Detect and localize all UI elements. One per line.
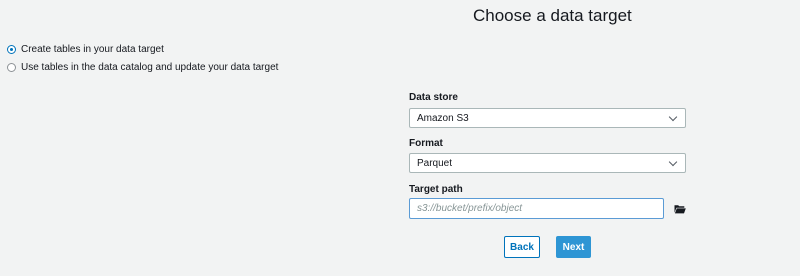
back-button[interactable]: Back xyxy=(504,236,540,258)
chevron-down-icon xyxy=(668,157,678,167)
radio-create-tables[interactable]: Create tables in your data target xyxy=(7,44,164,55)
radio-use-catalog-tables[interactable]: Use tables in the data catalog and updat… xyxy=(7,62,278,73)
data-store-label: Data store xyxy=(409,92,458,103)
target-path-input[interactable] xyxy=(409,198,664,219)
page-title: Choose a data target xyxy=(473,6,632,25)
data-store-value: Amazon S3 xyxy=(417,112,469,124)
radio-button-selected[interactable] xyxy=(7,45,16,54)
target-path-label: Target path xyxy=(409,184,463,195)
format-label: Format xyxy=(409,138,443,149)
radio-button-unselected[interactable] xyxy=(7,63,16,72)
data-store-select[interactable]: Amazon S3 xyxy=(409,108,686,128)
chevron-down-icon xyxy=(668,112,678,122)
radio-label-use-catalog-tables: Use tables in the data catalog and updat… xyxy=(21,62,279,73)
next-button[interactable]: Next xyxy=(556,236,591,258)
format-value: Parquet xyxy=(417,157,453,169)
folder-icon[interactable] xyxy=(674,204,686,214)
format-select[interactable]: Parquet xyxy=(409,153,686,173)
radio-label-create-tables: Create tables in your data target xyxy=(21,44,164,55)
